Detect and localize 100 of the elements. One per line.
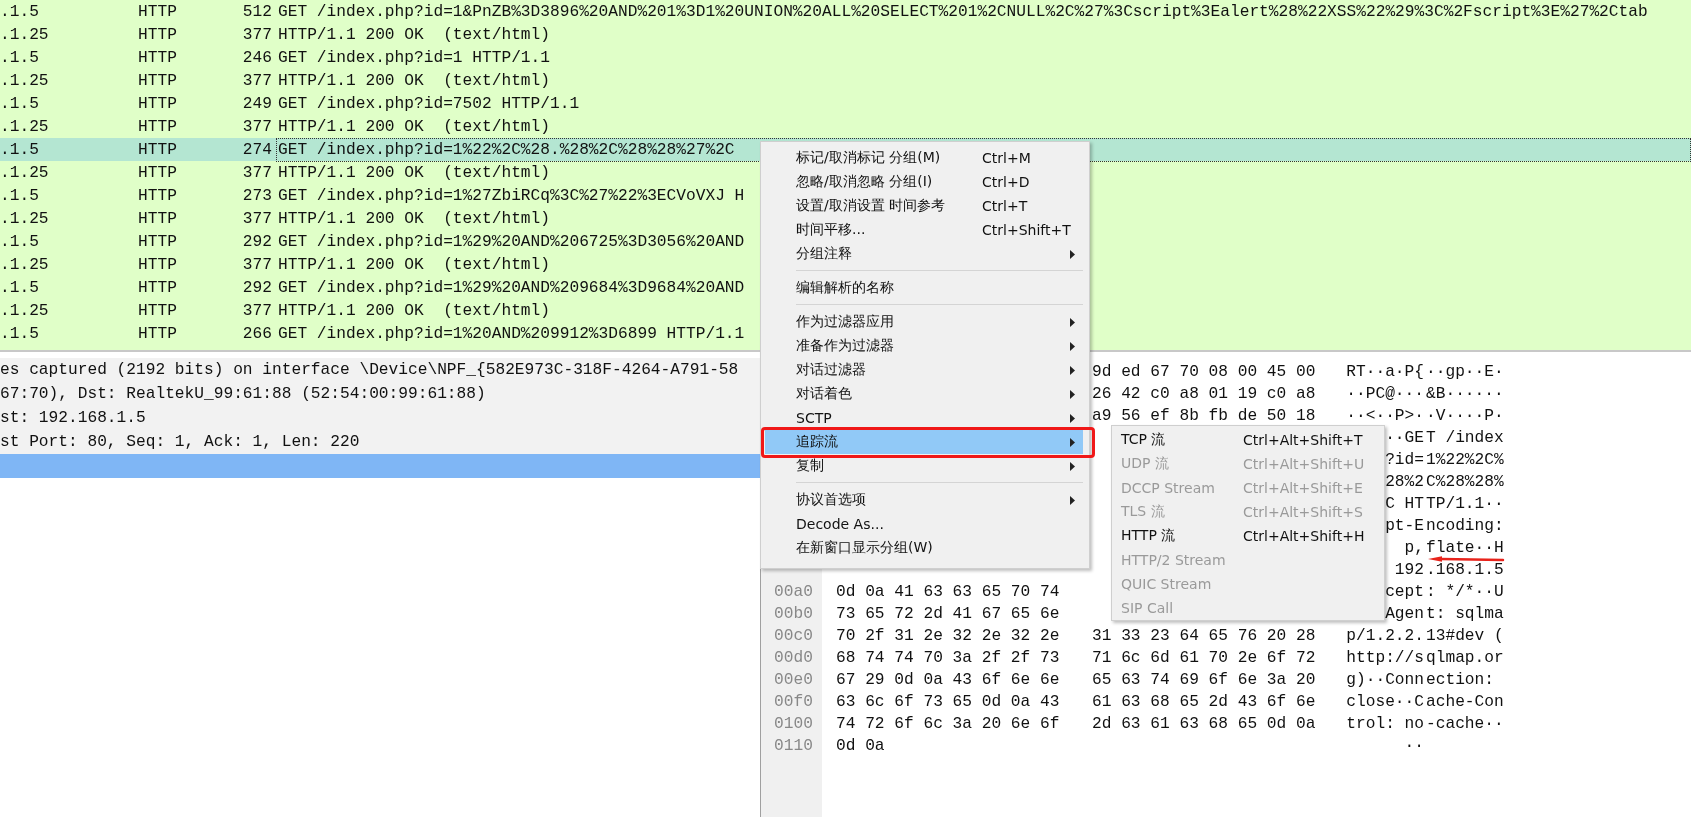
table-cell-text: .1.5	[0, 278, 40, 297]
hex-offset: 00a0	[774, 584, 814, 600]
hex-bytes: 63 6c 6f 73 65 0d 0a 43	[836, 694, 1060, 710]
ascii-text: ache-Con	[1426, 694, 1504, 710]
hex-bytes: 26 42 c0 a8 01 19 c0 a8	[1092, 386, 1316, 402]
hex-offset: 00f0	[774, 694, 814, 710]
table-cell-text: 377	[241, 163, 272, 182]
ascii-text: p,	[1404, 540, 1424, 556]
table-cell-text: 246	[241, 48, 272, 67]
ascii-text: pt-E	[1385, 518, 1424, 534]
table-cell-text: .1.5	[0, 94, 40, 113]
ascii-text: close··C	[1346, 694, 1424, 710]
table-cell-text: .1.5	[0, 186, 40, 205]
table-cell-text: HTTP	[138, 232, 178, 251]
table-cell-text: HTTP	[138, 71, 178, 90]
table-cell-text: GET /index.php?id=7502 HTTP/1.1	[277, 93, 581, 115]
table-cell-text: 292	[241, 278, 272, 297]
table-cell-text: 377	[241, 25, 272, 44]
table-cell-text: .1.25	[0, 117, 50, 136]
ascii-text: ··	[1404, 738, 1424, 754]
hex-bytes: 61 63 68 65 2d 43 6f 6e	[1092, 694, 1316, 710]
hex-bytes: 0d 0a 41 63 63 65 70 74	[836, 584, 1060, 600]
ascii-text: .168.1.5	[1426, 562, 1504, 578]
table-cell-text: HTTP	[138, 25, 178, 44]
table-cell-text: 512	[241, 2, 272, 21]
ascii-text: Agen	[1385, 606, 1424, 622]
hex-offset: 0100	[774, 716, 814, 732]
table-cell-text: HTTP	[138, 140, 178, 159]
ascii-text: 28%2	[1385, 474, 1424, 490]
table-cell-text: HTTP/1.1 200 OK (text/html)	[277, 116, 551, 138]
table-cell-text: HTTP	[138, 2, 178, 21]
table-cell-text: 377	[241, 301, 272, 320]
table-cell-text: .1.5	[0, 324, 40, 343]
hex-offset: 00e0	[774, 672, 814, 688]
table-cell-text: HTTP	[138, 255, 178, 274]
table-cell-text: .1.5	[0, 140, 40, 159]
ascii-text: ncoding:	[1426, 518, 1504, 534]
table-cell-text: GET /index.php?id=1%29%20AND%206725%3D3056%20AND	[277, 231, 746, 253]
table-cell-text: GET /index.php?id=1 HTTP/1.1	[277, 47, 551, 69]
ascii-text: -cache··	[1426, 716, 1504, 732]
table-cell-text: .1.25	[0, 163, 50, 182]
ascii-text: http://s	[1346, 650, 1424, 666]
table-cell-text: HTTP	[138, 163, 178, 182]
ascii-text: RT··a·P{	[1346, 364, 1424, 380]
ascii-text: TP/1.1··	[1426, 496, 1504, 512]
table-cell-text: .1.5	[0, 48, 40, 67]
ascii-text: T /index	[1426, 430, 1504, 446]
ascii-text: trol: no	[1346, 716, 1424, 732]
hex-bytes: 9d ed 67 70 08 00 45 00	[1092, 364, 1316, 380]
hex-bytes: 0d 0a	[836, 738, 885, 754]
table-cell-text: .1.5	[0, 232, 40, 251]
ascii-text: C%28%28%	[1426, 474, 1504, 490]
hex-offset: 00c0	[774, 628, 814, 644]
table-cell-text: .1.25	[0, 209, 50, 228]
hex-bytes: 67 29 0d 0a 43 6f 6e 6e	[836, 672, 1060, 688]
ascii-text: ··GE	[1385, 430, 1424, 446]
ascii-text: g)··Conn	[1346, 672, 1424, 688]
table-cell-text: HTTP	[138, 117, 178, 136]
hex-bytes: 74 72 6f 6c 3a 20 6e 6f	[836, 716, 1060, 732]
table-cell-text: .1.25	[0, 255, 50, 274]
ascii-text: cept	[1385, 584, 1424, 600]
ascii-text: ··<··P>·	[1346, 408, 1424, 424]
ascii-text: p/1.2.2.	[1346, 628, 1424, 644]
table-cell-text: HTTP	[138, 324, 178, 343]
table-cell-text: 377	[241, 255, 272, 274]
table-cell-text: 377	[241, 71, 272, 90]
table-cell-text: HTTP	[138, 209, 178, 228]
table-cell-text: GET /index.php?id=1%29%20AND%209684%3D9684%20AND	[277, 277, 746, 299]
hex-bytes: 31 33 23 64 65 76 20 28	[1092, 628, 1316, 644]
ascii-text: t: sqlma	[1426, 606, 1504, 622]
table-cell-text: HTTP/1.1 200 OK (text/html)	[277, 208, 551, 230]
ascii-text: ?id=	[1385, 452, 1424, 468]
ascii-text: 1%22%2C%	[1426, 452, 1504, 468]
ascii-text: C HT	[1385, 496, 1424, 512]
ascii-text: ·V····P·	[1426, 408, 1504, 424]
table-cell-text: HTTP/1.1 200 OK (text/html)	[277, 254, 551, 276]
ascii-text: ··gp··E·	[1426, 364, 1504, 380]
table-cell-text: 274	[241, 140, 272, 159]
table-cell-text: 377	[241, 117, 272, 136]
hex-bytes: 73 65 72 2d 41 67 65 6e	[836, 606, 1060, 622]
table-cell-text: 266	[241, 324, 272, 343]
ascii-text: ection:	[1426, 672, 1494, 688]
table-cell-text: HTTP/1.1 200 OK (text/html)	[277, 24, 551, 46]
hex-bytes: 2d 63 61 63 68 65 0d 0a	[1092, 716, 1316, 732]
hex-bytes: a9 56 ef 8b fb de 50 18	[1092, 408, 1316, 424]
ascii-text: 192	[1394, 562, 1424, 578]
table-cell-text: .1.25	[0, 71, 50, 90]
table-cell-text: HTTP	[138, 48, 178, 67]
table-cell-text: HTTP/1.1 200 OK (text/html)	[277, 70, 551, 92]
table-cell-text: HTTP	[138, 301, 178, 320]
table-cell-text: HTTP	[138, 94, 178, 113]
ascii-text: flate··H	[1426, 540, 1504, 556]
table-cell-text: 273	[241, 186, 272, 205]
table-cell-text: GET /index.php?id=1%27ZbiRCq%3C%27%22%3ECVoVXJ H	[277, 185, 746, 207]
hex-bytes: 70 2f 31 2e 32 2e 32 2e	[836, 628, 1060, 644]
ascii-text: 13#dev (	[1426, 628, 1504, 644]
table-cell-text: .1.5	[0, 2, 40, 21]
hex-offset: 00d0	[774, 650, 814, 666]
ascii-text: &B······	[1426, 386, 1504, 402]
table-cell-text: .1.25	[0, 25, 50, 44]
